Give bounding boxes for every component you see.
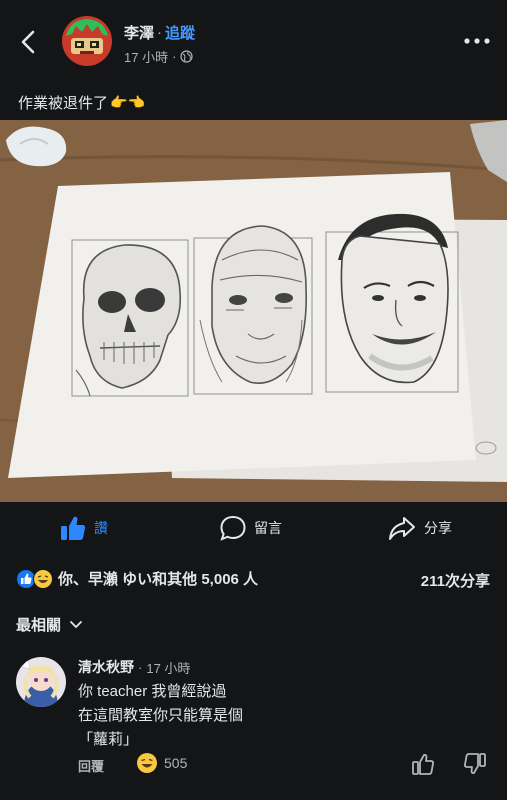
separator-dot: ·	[157, 24, 163, 41]
comment-time: 17 小時	[146, 660, 191, 676]
chevron-down-icon	[70, 620, 82, 628]
post-photo[interactable]	[0, 120, 507, 502]
time-separator: ·	[172, 49, 177, 64]
comment-reaction-count: 505	[164, 755, 188, 771]
author-name[interactable]: 李澤	[124, 22, 154, 43]
comment-sort-dropdown[interactable]: 最相關	[16, 614, 83, 635]
like-label: 讚	[94, 520, 108, 536]
downvote-icon[interactable]	[463, 752, 487, 776]
reactions-summary[interactable]: 你、早瀨 ゆい和其他 5,006 人	[16, 568, 258, 589]
share-arrow-icon	[389, 517, 415, 540]
author-avatar[interactable]	[62, 16, 112, 66]
follow-button[interactable]: 追蹤	[165, 22, 195, 43]
comment-time-separator: ·	[138, 659, 143, 675]
share-label: 分享	[424, 520, 452, 536]
globe-icon	[180, 50, 194, 63]
haha-reaction-icon	[137, 753, 157, 773]
thumbs-up-icon	[61, 516, 86, 540]
more-options-icon[interactable]	[463, 34, 491, 48]
post-caption: 作業被退件了 👉👈	[18, 92, 145, 113]
comment-header: 清水秋野 · 17 小時	[78, 657, 190, 677]
commenter-avatar[interactable]	[16, 657, 66, 707]
post-actions-bar: 讚 留言 分享	[0, 508, 507, 548]
reactions-text: 你、早瀨 ゆい和其他 5,006 人	[58, 571, 259, 588]
comment-line: 在這間教室你只能算是個	[78, 707, 244, 724]
post-time[interactable]: 17 小時	[124, 47, 168, 66]
commenter-name[interactable]: 清水秋野	[78, 657, 134, 677]
share-count[interactable]: 211次分享	[421, 570, 490, 591]
pointing-hands-emoji: 👉👈	[110, 94, 145, 110]
comment-button[interactable]: 留言	[220, 508, 282, 548]
like-button[interactable]: 讚	[60, 508, 108, 548]
share-button[interactable]: 分享	[388, 508, 452, 548]
comment-reactions[interactable]: 505	[136, 752, 187, 774]
comment-label: 留言	[254, 520, 282, 536]
reply-button[interactable]: 回覆	[78, 756, 104, 775]
comment-line: 「蘿莉」	[78, 731, 139, 748]
haha-reaction-icon	[33, 568, 53, 589]
comment-line: 你 teacher 我曾經說過	[78, 683, 227, 700]
back-arrow-icon[interactable]	[14, 28, 42, 56]
upvote-icon[interactable]	[411, 752, 435, 776]
sort-label: 最相關	[16, 617, 62, 634]
caption-text: 作業被退件了	[18, 95, 109, 112]
comment-bubble-icon	[220, 515, 246, 541]
